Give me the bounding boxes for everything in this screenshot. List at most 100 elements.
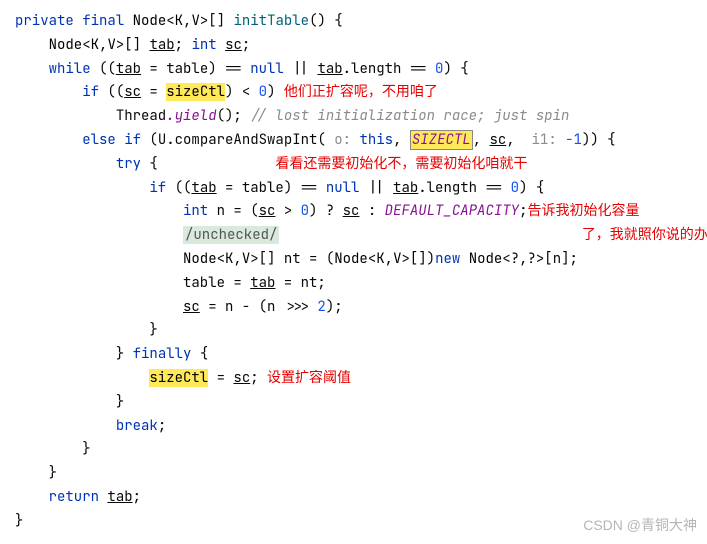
- var-u: U: [158, 131, 166, 149]
- kw-int: int: [191, 36, 216, 54]
- class-thread: Thread: [116, 107, 166, 125]
- semi: ;: [133, 488, 141, 506]
- var-n: n = (: [208, 202, 258, 220]
- type-v: V: [242, 250, 250, 268]
- space: [158, 155, 276, 173]
- brace: }: [49, 464, 57, 482]
- kw-if: if: [149, 179, 166, 197]
- kw-try: try: [116, 155, 141, 173]
- var-tab: tab: [149, 36, 174, 54]
- var-sc: sc: [183, 298, 200, 316]
- op: :: [359, 202, 384, 220]
- op: =: [208, 369, 233, 387]
- bracket: >[] nt = (: [250, 250, 334, 268]
- bracket: >[]: [116, 36, 150, 54]
- var-tab: tab: [107, 488, 132, 506]
- brace: }: [82, 440, 90, 458]
- kw-this: this: [359, 131, 393, 149]
- brace: }: [116, 345, 133, 363]
- param-hint: o:: [326, 131, 360, 149]
- var-sc: sc: [225, 36, 242, 54]
- op: ) <: [225, 83, 259, 101]
- annotation: 了，我就照你说的办: [582, 226, 707, 244]
- var-sc: sc: [124, 83, 141, 101]
- op: = nt;: [275, 274, 325, 292]
- var-tab: tab: [116, 60, 141, 78]
- kw-private: private: [15, 12, 74, 30]
- kw-return: return: [49, 488, 99, 506]
- param-hint: i1:: [523, 131, 565, 149]
- space: [460, 250, 468, 268]
- comma: ,: [233, 250, 241, 268]
- prop-length: .length ==: [418, 179, 510, 197]
- num: 0: [259, 83, 267, 101]
- type-node: Node: [49, 36, 83, 54]
- method-yield: .yield: [166, 107, 216, 125]
- paren: ): [267, 83, 284, 101]
- kw-new: new: [435, 250, 460, 268]
- bracket: >[]: [200, 12, 234, 30]
- brace: {: [191, 345, 208, 363]
- op: =: [141, 60, 166, 78]
- angle: <: [368, 250, 376, 268]
- var-sc: sc: [343, 202, 360, 220]
- kw-while: while: [49, 60, 91, 78]
- op: ||: [284, 60, 318, 78]
- op: ) ?: [309, 202, 343, 220]
- op: =: [217, 179, 242, 197]
- paren: (: [141, 131, 158, 149]
- method-cas: .compareAndSwapInt(: [166, 131, 326, 149]
- var-sc: sc: [233, 369, 250, 387]
- semi: ;: [250, 369, 267, 387]
- paren: ((: [99, 83, 124, 101]
- type-k: K: [175, 12, 183, 30]
- field-table: table: [183, 274, 225, 292]
- var-tab: tab: [317, 60, 342, 78]
- comma: ,: [385, 250, 393, 268]
- kw-finally: finally: [133, 345, 192, 363]
- type-node: Node: [133, 12, 167, 30]
- type-k: K: [91, 36, 99, 54]
- code-block: private final Node<K,V>[] initTable() { …: [15, 10, 692, 534]
- type-node: Node: [334, 250, 368, 268]
- field-sizectl: sizeCtl: [166, 83, 225, 101]
- annotation: 看看还需要初始化不，需要初始化咱就干: [275, 155, 527, 173]
- brace: ) {: [519, 179, 544, 197]
- type-v: V: [191, 12, 199, 30]
- op: ) ==: [208, 60, 250, 78]
- num: 0: [301, 202, 309, 220]
- type-node: Node: [183, 250, 217, 268]
- op: ) ==: [284, 179, 326, 197]
- var-tab: tab: [250, 274, 275, 292]
- num: 2: [317, 298, 325, 316]
- op: ||: [359, 179, 393, 197]
- comma: ,: [473, 131, 490, 149]
- num: 0: [511, 179, 519, 197]
- bracket: >[]): [401, 250, 435, 268]
- paren: () {: [309, 12, 343, 30]
- var-sc: sc: [490, 131, 507, 149]
- field-sizectl: sizeCtl: [149, 369, 208, 387]
- kw-if: if: [82, 83, 99, 101]
- op: =: [141, 83, 166, 101]
- kw-break: break: [116, 417, 158, 435]
- comment: // lost initialization race; just spin: [250, 107, 569, 125]
- var-tab: tab: [393, 179, 418, 197]
- const-sizectl: SIZECTL: [410, 130, 473, 150]
- semi: ;: [242, 36, 250, 54]
- comma: ,: [506, 131, 523, 149]
- var-sc: sc: [259, 202, 276, 220]
- method-name: initTable: [233, 12, 309, 30]
- num: -1: [565, 131, 582, 149]
- kw-null: null: [250, 60, 284, 78]
- angle: <: [217, 250, 225, 268]
- brace: }: [149, 321, 157, 339]
- op: = n - (n >>>: [200, 298, 318, 316]
- paren: ((: [91, 60, 116, 78]
- bracket: <?,?>[n];: [502, 250, 578, 268]
- semi: ;: [175, 36, 192, 54]
- angle: <: [82, 36, 90, 54]
- space: [217, 36, 225, 54]
- brace: }: [116, 393, 124, 411]
- field-table: table: [166, 60, 208, 78]
